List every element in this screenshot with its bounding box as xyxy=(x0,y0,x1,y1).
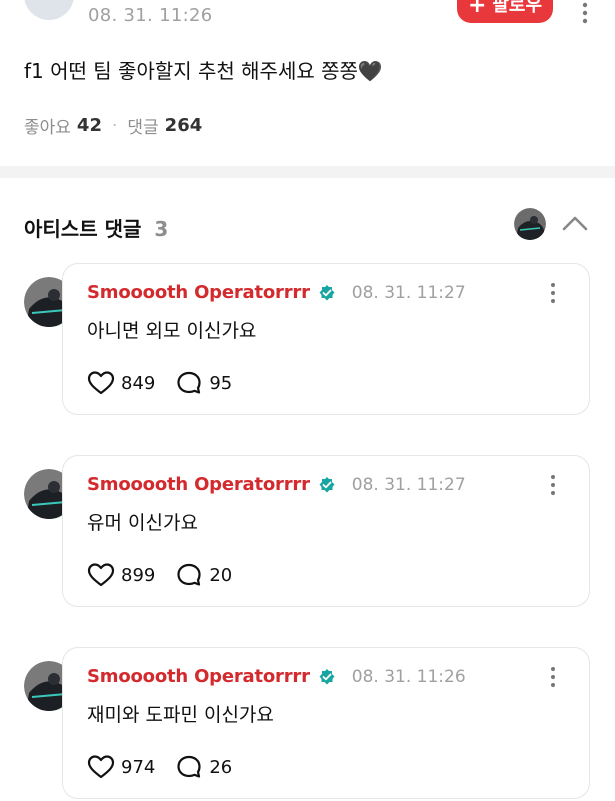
likes-count: 42 xyxy=(76,115,102,136)
verified-badge-icon xyxy=(319,476,335,492)
post-stats: 좋아요 42 · 댓글 264 xyxy=(24,113,202,138)
like-button[interactable]: 899 xyxy=(87,562,155,588)
comment-header: Smooooth Operatorrrr 08. 31. 11:27 xyxy=(87,474,466,495)
heart-icon xyxy=(87,563,115,587)
follow-label: 팔로우 xyxy=(492,0,543,16)
comment-card: Smooooth Operatorrrr 08. 31. 11:27 아니면 외… xyxy=(62,263,590,415)
comment-text: 유머 이신가요 xyxy=(87,512,198,534)
comment-author[interactable]: Smooooth Operatorrrr xyxy=(87,474,310,495)
post-time: 08. 31. 11:26 xyxy=(88,5,213,26)
speech-bubble-icon xyxy=(177,755,201,778)
artist-avatar[interactable] xyxy=(514,208,546,240)
like-count: 899 xyxy=(121,564,156,586)
comment-item: Smooooth Operatorrrr 08. 31. 11:26 재미와 도… xyxy=(24,647,592,801)
separator-dot: · xyxy=(111,115,118,136)
like-count: 849 xyxy=(121,372,156,394)
more-vertical-icon[interactable] xyxy=(543,474,563,496)
speech-bubble-icon xyxy=(177,563,201,586)
comments-count: 264 xyxy=(164,115,203,136)
reply-button[interactable]: 20 xyxy=(175,562,232,588)
more-vertical-icon[interactable] xyxy=(543,666,563,688)
comment-author[interactable]: Smooooth Operatorrrr xyxy=(87,282,310,303)
like-button[interactable]: 849 xyxy=(87,370,155,396)
reply-button[interactable]: 26 xyxy=(175,754,232,780)
artist-comments-section: 아티스트 댓글 3 Smooooth Operatorrrr 08. 31. 1… xyxy=(0,178,615,801)
post-text: f1 어떤 팀 좋아할지 추천 해주세요 쫑쫑🖤 xyxy=(24,59,383,83)
chevron-up-icon[interactable] xyxy=(562,214,588,232)
reply-count: 26 xyxy=(209,756,233,778)
comment-time: 08. 31. 11:27 xyxy=(351,282,466,303)
more-vertical-icon[interactable] xyxy=(543,282,563,304)
like-count: 974 xyxy=(121,756,156,778)
comment-card: Smooooth Operatorrrr 08. 31. 11:27 유머 이신… xyxy=(62,455,590,607)
reply-count: 20 xyxy=(209,564,233,586)
comment-text: 재미와 도파민 이신가요 xyxy=(87,704,274,726)
reply-button[interactable]: 95 xyxy=(175,370,232,396)
comment-actions: 974 26 xyxy=(87,754,252,780)
comments-label: 댓글 xyxy=(127,118,159,138)
verified-badge-icon xyxy=(319,668,335,684)
comment-item: Smooooth Operatorrrr 08. 31. 11:27 아니면 외… xyxy=(24,263,592,423)
comment-actions: 849 95 xyxy=(87,370,252,396)
post-author-avatar[interactable] xyxy=(24,0,74,20)
speech-bubble-icon xyxy=(177,371,201,394)
comment-actions: 899 20 xyxy=(87,562,252,588)
verified-badge-icon xyxy=(319,284,335,300)
likes-label: 좋아요 xyxy=(24,118,71,138)
section-title-label: 아티스트 댓글 xyxy=(24,217,142,241)
plus-icon: + xyxy=(467,0,487,18)
heart-icon xyxy=(87,755,115,779)
comment-item: Smooooth Operatorrrr 08. 31. 11:27 유머 이신… xyxy=(24,455,592,615)
comment-time: 08. 31. 11:27 xyxy=(351,474,466,495)
more-vertical-icon[interactable] xyxy=(574,2,596,24)
section-title: 아티스트 댓글 3 xyxy=(24,213,168,242)
post: 08. 31. 11:26 + 팔로우 f1 어떤 팀 좋아할지 추천 해주세요… xyxy=(0,0,615,166)
comment-text: 아니면 외모 이신가요 xyxy=(87,320,257,342)
follow-button[interactable]: + 팔로우 xyxy=(457,0,553,23)
comment-card: Smooooth Operatorrrr 08. 31. 11:26 재미와 도… xyxy=(62,647,590,799)
section-divider xyxy=(0,166,615,178)
comment-author[interactable]: Smooooth Operatorrrr xyxy=(87,666,310,687)
section-count: 3 xyxy=(154,217,169,241)
like-button[interactable]: 974 xyxy=(87,754,155,780)
comment-header: Smooooth Operatorrrr 08. 31. 11:26 xyxy=(87,666,466,687)
comment-header: Smooooth Operatorrrr 08. 31. 11:27 xyxy=(87,282,466,303)
heart-icon xyxy=(87,371,115,395)
reply-count: 95 xyxy=(209,372,233,394)
comment-time: 08. 31. 11:26 xyxy=(351,666,466,687)
